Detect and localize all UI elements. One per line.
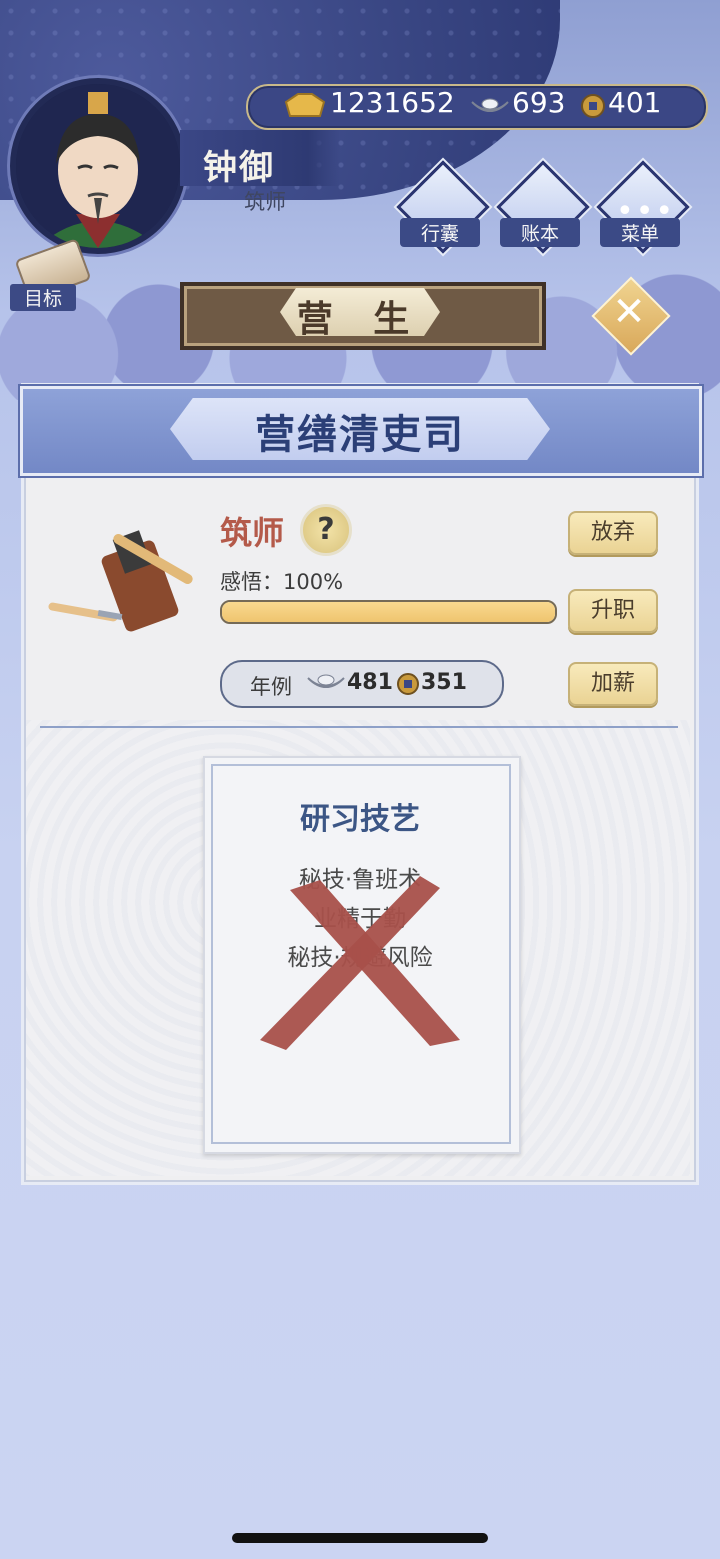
- menu-more-label[interactable]: 菜单: [600, 218, 680, 247]
- silver-ingot-icon: [307, 674, 345, 688]
- gold-ingot-icon: [284, 93, 326, 117]
- gold-amount: 1231652: [330, 86, 455, 119]
- silver-amount: 693: [512, 86, 566, 119]
- home-indicator[interactable]: [232, 1533, 488, 1543]
- avatar-portrait: [16, 84, 180, 248]
- close-icon[interactable]: ✕: [603, 286, 655, 338]
- player-name: 钟御: [203, 148, 275, 188]
- help-button[interactable]: ?: [300, 504, 352, 556]
- carpenter-plane-icon: [48, 530, 193, 632]
- raise-salary-button[interactable]: 加薪: [568, 662, 658, 706]
- insight-progress-fill: [222, 602, 555, 622]
- promote-button[interactable]: 升职: [568, 589, 658, 633]
- menu-ledger-label[interactable]: 账本: [500, 218, 580, 247]
- panel-title: 营缮清吏司: [255, 412, 465, 458]
- avatar[interactable]: [10, 78, 186, 254]
- salary-label: 年例: [250, 675, 292, 699]
- section-title: 营 生: [296, 299, 424, 340]
- coin-amount: 401: [608, 86, 662, 119]
- menu-bag-label[interactable]: 行囊: [400, 218, 480, 247]
- skill-card-title: 研习技艺: [300, 802, 420, 837]
- salary-coins: 351: [421, 670, 467, 695]
- coin-icon: [397, 673, 419, 695]
- insight-label: 感悟：100%: [220, 570, 344, 594]
- coin-icon: [581, 94, 605, 118]
- divider: [40, 726, 678, 728]
- salary-silver: 481: [347, 670, 393, 695]
- job-name: 筑师: [220, 514, 285, 552]
- quit-button[interactable]: 放弃: [568, 511, 658, 555]
- goal-label[interactable]: 目标: [10, 284, 76, 311]
- player-title: 筑师: [244, 190, 286, 214]
- silver-ingot-icon: [471, 98, 509, 112]
- insight-progress: [220, 600, 557, 624]
- locked-cross-icon: [260, 876, 460, 1050]
